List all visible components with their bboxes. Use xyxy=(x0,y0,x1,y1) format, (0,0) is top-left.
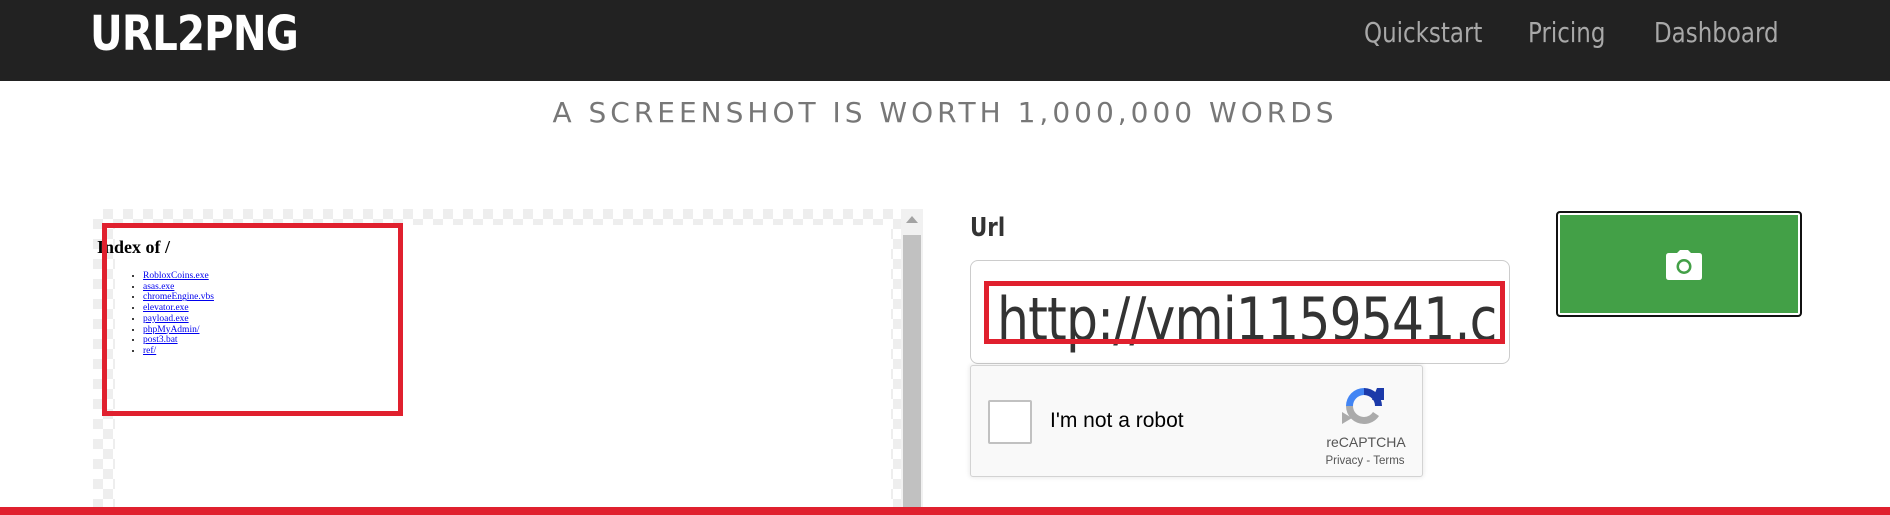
highlight-box-url xyxy=(984,281,1505,344)
highlight-bar-bottom xyxy=(0,507,1890,515)
links-separator: - xyxy=(1366,455,1371,467)
recaptcha-widget: I'm not a robot reCAPTCHA Privacy - Term… xyxy=(970,365,1423,477)
highlight-box-preview xyxy=(102,223,403,416)
capture-screenshot-button[interactable] xyxy=(1556,211,1802,317)
recaptcha-logo-icon xyxy=(1342,388,1384,425)
camera-icon xyxy=(1666,250,1702,280)
url-label: Url xyxy=(970,213,1006,243)
nav-dashboard-link[interactable]: Dashboard xyxy=(1654,16,1779,49)
recaptcha-links: Privacy - Terms xyxy=(1311,455,1419,467)
scrollbar-thumb[interactable] xyxy=(903,235,921,515)
recaptcha-brand: reCAPTCHA xyxy=(1326,434,1406,450)
scroll-up-arrow-icon[interactable] xyxy=(906,216,918,223)
brand-logo[interactable]: URL2PNG xyxy=(90,6,299,62)
recaptcha-checkbox[interactable] xyxy=(988,400,1032,444)
tagline: A SCREENSHOT IS WORTH 1,000,000 WORDS xyxy=(552,96,1338,129)
nav-pricing-link[interactable]: Pricing xyxy=(1528,16,1605,49)
privacy-link[interactable]: Privacy xyxy=(1325,455,1363,467)
top-navbar: URL2PNG Quickstart Pricing Dashboard xyxy=(0,0,1890,81)
preview-scrollbar[interactable] xyxy=(901,209,923,515)
nav-quickstart-link[interactable]: Quickstart xyxy=(1364,16,1482,49)
terms-link[interactable]: Terms xyxy=(1373,455,1404,467)
recaptcha-label: I'm not a robot xyxy=(1050,409,1184,432)
